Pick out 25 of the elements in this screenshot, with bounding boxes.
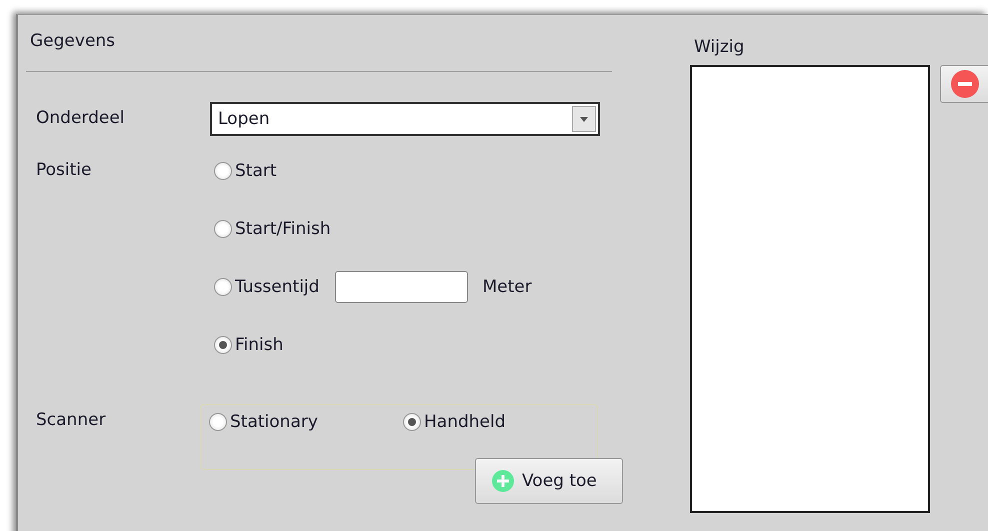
minus-icon xyxy=(951,70,979,98)
radio-label[interactable]: Start/Finish xyxy=(235,219,331,239)
radio-label[interactable]: Tussentijd xyxy=(235,277,320,297)
radio-label[interactable]: Start xyxy=(235,161,277,181)
field-label: Scanner xyxy=(35,410,107,430)
input-field[interactable] xyxy=(335,271,468,303)
radio-label[interactable]: Handheld xyxy=(424,412,506,432)
radio-label[interactable]: Finish xyxy=(235,335,284,355)
plus-icon xyxy=(492,470,514,492)
remove-button[interactable] xyxy=(940,65,988,103)
radio-button[interactable] xyxy=(214,162,232,180)
radio-button[interactable] xyxy=(209,413,227,431)
list-box[interactable] xyxy=(690,65,930,513)
unit-label: Meter xyxy=(482,277,532,297)
radio-button[interactable] xyxy=(214,336,232,354)
section-title: Wijzig xyxy=(693,37,744,57)
radio-label[interactable]: Stationary xyxy=(230,412,318,432)
field-label: Positie xyxy=(35,160,92,180)
field-label: Onderdeel xyxy=(35,108,126,128)
add-button[interactable]: Voeg toe xyxy=(475,458,623,504)
radio-button[interactable] xyxy=(403,413,421,431)
radio-button[interactable] xyxy=(214,278,232,296)
section-title: Gegevens xyxy=(29,31,116,51)
dropdown[interactable]: Lopen xyxy=(210,102,600,136)
radio-button[interactable] xyxy=(214,220,232,238)
